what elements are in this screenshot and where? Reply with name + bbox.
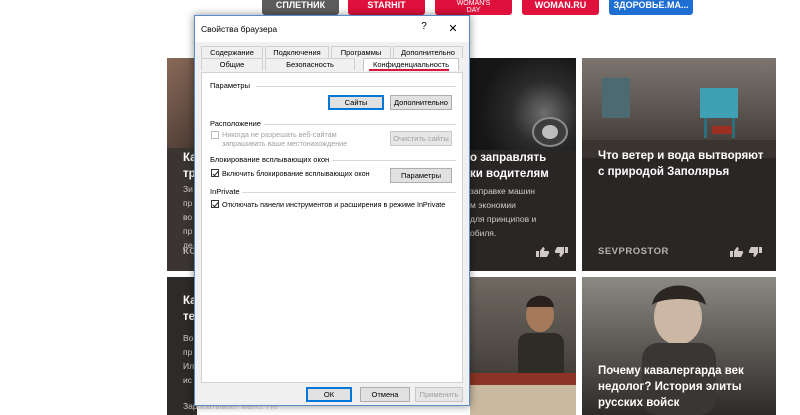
tab-advanced[interactable]: Дополнительно bbox=[393, 46, 463, 58]
popup-group-label: Блокирование всплывающих окон bbox=[210, 155, 330, 164]
card-title: Ка те bbox=[183, 295, 197, 323]
location-checkbox-label: Никогда не разрешать веб-сайтам запрашив… bbox=[222, 130, 348, 148]
tab-connections[interactable]: Подключения bbox=[265, 46, 329, 58]
tab-content[interactable]: Содержание bbox=[201, 46, 263, 58]
clear-sites-button: Очистить сайты bbox=[390, 131, 452, 146]
location-group-label: Расположение bbox=[210, 119, 261, 128]
nav-starhit[interactable]: STARHIT bbox=[348, 0, 425, 15]
news-card-6[interactable]: Почему кавалергарда век недолог? История… bbox=[582, 277, 776, 415]
inprivate-group-divider bbox=[242, 192, 456, 193]
dialog-titlebar[interactable]: Свойства браузера ? ✕ bbox=[195, 16, 469, 42]
nav-womans-day[interactable]: WOMAN'S DAY bbox=[435, 0, 512, 15]
card-title: о заправлять ки водителям bbox=[470, 152, 549, 180]
popup-blocker-checkbox[interactable] bbox=[211, 169, 219, 177]
like-dislike-icon[interactable] bbox=[534, 246, 570, 258]
news-card-4[interactable]: Ка те Во пр Ил ис bbox=[167, 277, 197, 415]
active-tab-underline bbox=[369, 69, 449, 71]
location-checkbox bbox=[211, 131, 219, 139]
help-button[interactable]: ? bbox=[417, 21, 431, 37]
like-dislike-icon[interactable] bbox=[728, 246, 764, 258]
news-card-3[interactable]: Что ветер и вода вытворяют с природой За… bbox=[582, 58, 776, 271]
ok-button[interactable]: ОК bbox=[306, 387, 352, 402]
cancel-button[interactable]: Отмена bbox=[360, 387, 410, 402]
abandoned-room-illustration bbox=[582, 78, 776, 158]
settings-group-label: Параметры bbox=[210, 81, 250, 90]
card-title: Почему кавалергарда век недолог? История… bbox=[598, 365, 744, 409]
popup-blocker-label: Включить блокирование всплывающих окон bbox=[222, 169, 370, 178]
advanced-settings-button[interactable]: Дополнительно bbox=[390, 95, 452, 110]
card-description: заправке машин м экономии для принципов ио… bbox=[470, 186, 537, 238]
nav-spletnik[interactable]: СПЛЕТНИК bbox=[262, 0, 339, 15]
tab-programs[interactable]: Программы bbox=[331, 46, 391, 58]
top-navigation: СПЛЕТНИК STARHIT WOMAN'S DAY WOMAN.RU ЗД… bbox=[0, 0, 800, 16]
close-button[interactable]: ✕ bbox=[443, 20, 463, 38]
news-card-2[interactable]: о заправлять ки водителям заправке машин… bbox=[470, 58, 576, 271]
card-title: Ка тр bbox=[183, 152, 197, 180]
nav-zdorovie[interactable]: ЗДОРОВЬЕ.MA... bbox=[609, 0, 693, 15]
apply-button: Применить bbox=[415, 387, 463, 402]
nav-woman-ru[interactable]: WOMAN.RU bbox=[522, 0, 599, 15]
card-title: Что ветер и вода вытворяют с природой За… bbox=[598, 150, 764, 178]
location-group-divider bbox=[264, 124, 456, 125]
card-source: SEVPROSTOR bbox=[598, 246, 669, 257]
car-headlight-icon bbox=[532, 117, 568, 147]
news-card-5[interactable] bbox=[470, 277, 576, 415]
inprivate-checkbox-label: Отключать панели инструментов и расширен… bbox=[222, 200, 446, 209]
card-photo bbox=[167, 58, 197, 148]
sites-button[interactable]: Сайты bbox=[328, 95, 384, 110]
tab-general[interactable]: Общие bbox=[201, 58, 263, 70]
settings-group-divider bbox=[256, 86, 456, 87]
inprivate-group-label: InPrivate bbox=[210, 187, 240, 196]
popup-group-divider bbox=[332, 160, 456, 161]
dialog-title: Свойства браузера bbox=[201, 24, 278, 34]
tab-security[interactable]: Безопасность bbox=[265, 58, 355, 70]
news-card-1[interactable]: Ка тр Зи пр во пр де КО bbox=[167, 58, 197, 271]
privacy-panel: Параметры Сайты Дополнительно Расположен… bbox=[201, 72, 463, 383]
card-description: Зи пр во пр де bbox=[183, 184, 193, 250]
man-portrait-illustration bbox=[470, 295, 576, 415]
tabs-row-1: Содержание Подключения Программы Дополни… bbox=[201, 46, 463, 58]
inprivate-checkbox[interactable] bbox=[211, 200, 219, 208]
internet-options-dialog: Свойства браузера ? ✕ Содержание Подключ… bbox=[194, 15, 470, 406]
popup-settings-button[interactable]: Параметры bbox=[390, 168, 452, 183]
card-description: Во пр Ил ис bbox=[183, 333, 195, 385]
